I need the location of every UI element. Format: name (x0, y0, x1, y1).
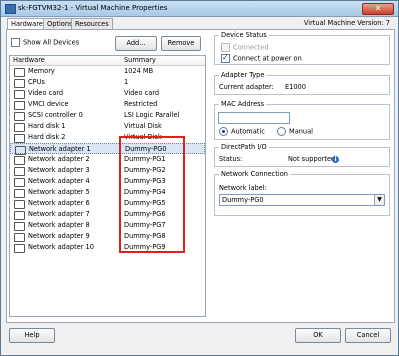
hardware-name: VMCI device (28, 100, 69, 108)
vmci-icon (14, 101, 25, 110)
device-status-label: Device Status (219, 31, 269, 39)
scsi-icon (14, 112, 25, 121)
hardware-summary: LSI Logic Parallel (124, 111, 180, 119)
chevron-down-icon[interactable]: ▼ (374, 195, 384, 205)
mac-address-label: MAC Address (219, 100, 267, 108)
table-row[interactable]: CPUs 1 (10, 77, 205, 88)
adapter-type-group: Adapter Type Current adapter: E1000 (214, 71, 390, 95)
table-row[interactable]: Hard disk 1 Virtual Disk (10, 121, 205, 132)
radio-icon[interactable] (277, 127, 286, 136)
connected-label: Connected (233, 43, 269, 52)
hardware-summary: Video card (124, 89, 160, 97)
table-row[interactable]: Memory 1024 MB (10, 66, 205, 77)
hardware-name: Memory (28, 67, 55, 75)
network-icon (14, 200, 25, 209)
hardware-name: Network adapter 2 (28, 155, 90, 163)
network-icon (14, 233, 25, 242)
hardware-summary: Virtual Disk (124, 122, 162, 130)
current-adapter-value: E1000 (285, 83, 306, 91)
directpath-group: DirectPath I/O Status: Not supported i (214, 143, 390, 167)
mac-address-group: MAC Address Automatic Manual (214, 100, 390, 140)
network-icon (14, 189, 25, 198)
ok-button[interactable]: OK (295, 328, 341, 343)
hardware-name: Network adapter 5 (28, 188, 90, 196)
video-card-icon (14, 90, 25, 99)
device-status-group: Device Status Connected Connect at power… (214, 31, 390, 65)
checkbox-checked-icon[interactable] (221, 53, 230, 63)
close-icon[interactable]: ✕ (362, 3, 394, 15)
hardware-name: CPUs (28, 78, 45, 86)
radio-selected-icon[interactable] (219, 127, 228, 136)
hardware-summary: 1024 MB (124, 67, 154, 75)
disk-icon (14, 123, 25, 132)
directpath-status-value: Not supported (288, 155, 336, 163)
window-title: sk-FGTVM32-1 - Virtual Machine Propertie… (18, 4, 168, 12)
connect-at-power-on-label: Connect at power on (233, 54, 302, 63)
current-adapter-label: Current adapter: (219, 83, 274, 91)
info-icon[interactable]: i (332, 155, 339, 163)
network-label-caption: Network label: (219, 184, 267, 192)
checkbox-icon[interactable] (11, 38, 20, 47)
disk-icon (14, 134, 25, 143)
hardware-name: Network adapter 10 (28, 243, 94, 251)
highlight-box (119, 136, 185, 253)
hardware-name: Network adapter 7 (28, 210, 90, 218)
remove-button[interactable]: Remove (161, 36, 201, 51)
add-button[interactable]: Add... (115, 36, 157, 51)
title-bar[interactable]: sk-FGTVM32-1 - Virtual Machine Propertie… (1, 1, 398, 17)
automatic-label: Automatic (231, 127, 265, 136)
vm-version: Virtual Machine Version: 7 (303, 19, 390, 27)
hardware-name: SCSI controller 0 (28, 111, 83, 119)
cancel-button[interactable]: Cancel (345, 328, 391, 343)
hardware-name: Hard disk 1 (28, 122, 66, 130)
vm-app-icon (5, 4, 16, 14)
table-row[interactable]: VMCI device Restricted (10, 99, 205, 110)
network-icon (14, 178, 25, 187)
checkbox-icon[interactable] (221, 43, 230, 52)
hardware-name: Network adapter 8 (28, 221, 90, 229)
network-label-value: Dummy-PG0 (222, 196, 264, 204)
network-icon (14, 156, 25, 165)
hardware-name: Network adapter 6 (28, 199, 90, 207)
properties-window: sk-FGTVM32-1 - Virtual Machine Propertie… (0, 0, 399, 356)
hardware-name: Video card (28, 89, 64, 97)
mac-address-input[interactable] (218, 112, 290, 124)
network-label-select[interactable]: Dummy-PG0 ▼ (219, 194, 385, 206)
hardware-name: Network adapter 3 (28, 166, 90, 174)
column-header-hardware[interactable]: Hardware (13, 56, 45, 65)
mac-automatic-radio[interactable]: Automatic (219, 127, 265, 136)
connected-checkbox[interactable]: Connected (221, 43, 269, 52)
hardware-list-header: Hardware Summary (10, 56, 205, 66)
hardware-summary: Restricted (124, 100, 158, 108)
network-connection-group: Network Connection Network label: Dummy-… (214, 170, 390, 216)
network-connection-label: Network Connection (219, 170, 290, 178)
show-all-devices-checkbox[interactable]: Show All Devices (11, 38, 79, 47)
mac-manual-radio[interactable]: Manual (277, 127, 313, 136)
tab-resources[interactable]: Resources (71, 18, 113, 29)
network-icon (14, 167, 25, 176)
cpu-icon (14, 79, 25, 88)
hardware-name: Network adapter 9 (28, 232, 90, 240)
show-all-label: Show All Devices (23, 38, 80, 47)
hardware-name: Network adapter 4 (28, 177, 90, 185)
hardware-name: Hard disk 2 (28, 133, 66, 141)
adapter-type-label: Adapter Type (219, 71, 267, 79)
network-icon (14, 222, 25, 231)
help-button[interactable]: Help (9, 328, 55, 343)
hardware-summary: 1 (124, 78, 129, 86)
network-icon (14, 244, 25, 253)
table-row[interactable]: Video card Video card (10, 88, 205, 99)
connect-at-power-on-checkbox[interactable]: Connect at power on (221, 53, 302, 63)
memory-icon (14, 68, 25, 77)
directpath-label: DirectPath I/O (219, 143, 269, 151)
column-header-summary[interactable]: Summary (124, 56, 156, 65)
directpath-status-label: Status: (219, 155, 243, 163)
table-row[interactable]: SCSI controller 0 LSI Logic Parallel (10, 110, 205, 121)
network-icon (14, 211, 25, 220)
manual-label: Manual (289, 127, 313, 136)
